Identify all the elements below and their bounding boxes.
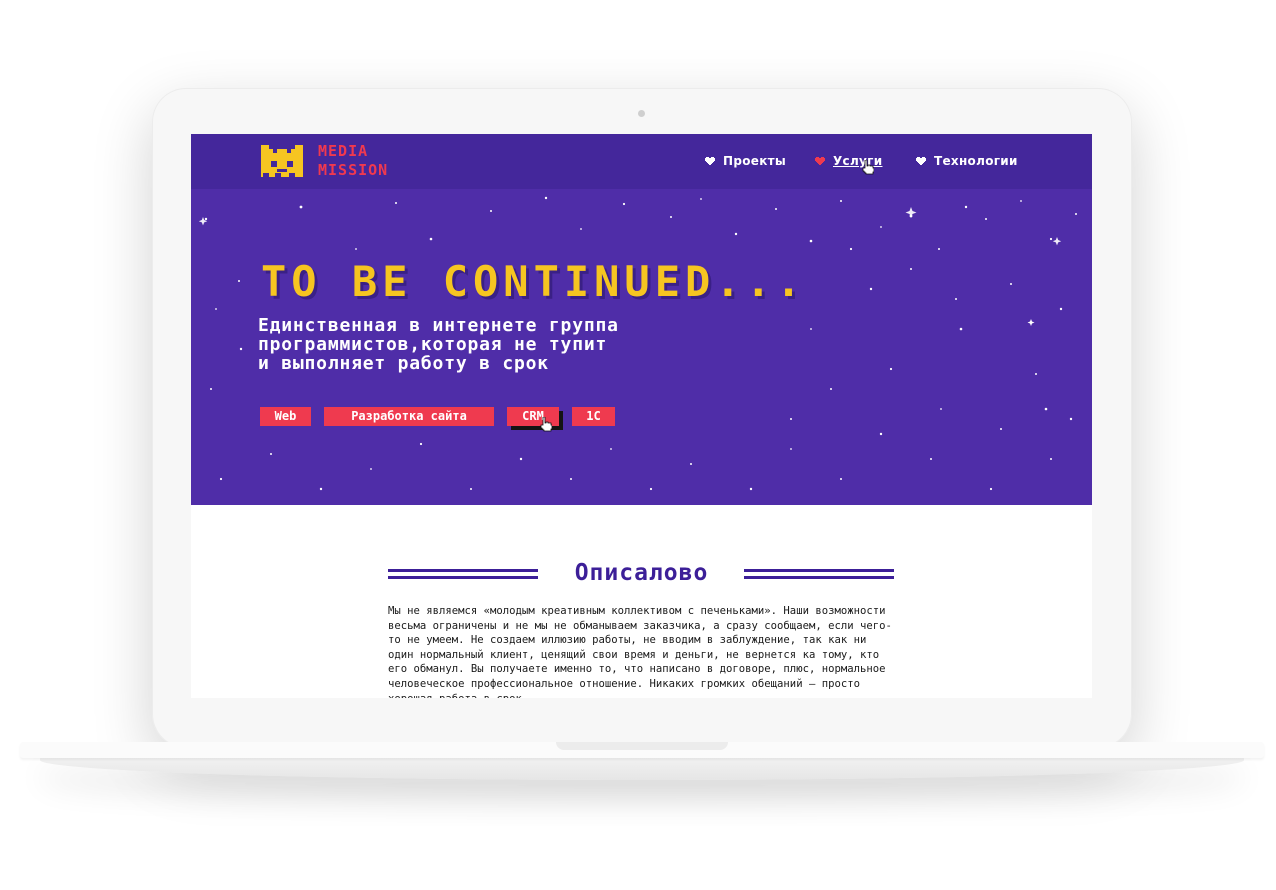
navbar: MEDIA MISSION Проекты Услуги Технологии xyxy=(191,134,1092,189)
laptop-base-shadow xyxy=(40,756,1244,780)
tag-site-development[interactable]: Разработка сайта xyxy=(324,407,494,426)
section-title: Описалово xyxy=(574,560,709,586)
brand-name[interactable]: MEDIA MISSION xyxy=(318,142,388,180)
brand-name-line1: MEDIA xyxy=(318,142,369,160)
title-rule-right xyxy=(744,569,894,580)
cat-logo-icon[interactable] xyxy=(259,143,305,179)
about-section: Описалово Мы не являемся «молодым креати… xyxy=(191,505,1092,698)
hero-subtitle: Единственная в интернете группа программ… xyxy=(258,316,778,373)
hero-subtitle-line: и выполняет работу в срок xyxy=(258,353,549,374)
heart-icon xyxy=(705,156,715,165)
brand-name-line2: MISSION xyxy=(318,161,389,179)
laptop-camera xyxy=(638,110,645,117)
nav-item-label: Проекты xyxy=(723,154,787,168)
nav-item-projects[interactable]: Проекты xyxy=(705,154,786,168)
nav-item-label: Услуги xyxy=(833,154,883,168)
hero-subtitle-line: программистов,которая не тупит xyxy=(258,334,608,355)
heart-icon xyxy=(916,156,926,165)
tag-1c[interactable]: 1C xyxy=(572,407,615,426)
hero-title: TO BE CONTINUED... xyxy=(261,257,807,306)
nav-item-technologies[interactable]: Технологии xyxy=(916,154,1018,168)
hero-subtitle-line: Единственная в интернете группа xyxy=(258,315,619,336)
screen: MEDIA MISSION Проекты Услуги Технологии xyxy=(191,134,1092,698)
about-text: Мы не являемся «молодым креативным колле… xyxy=(388,605,892,698)
hand-cursor-icon xyxy=(862,160,874,175)
tag-web[interactable]: Web xyxy=(260,407,311,426)
nav-item-label: Технологии xyxy=(934,154,1018,168)
hand-cursor-icon xyxy=(540,417,552,432)
heart-icon xyxy=(815,156,825,165)
laptop-notch xyxy=(556,742,728,750)
hero-section: TO BE CONTINUED... Единственная в интерн… xyxy=(191,189,1092,505)
